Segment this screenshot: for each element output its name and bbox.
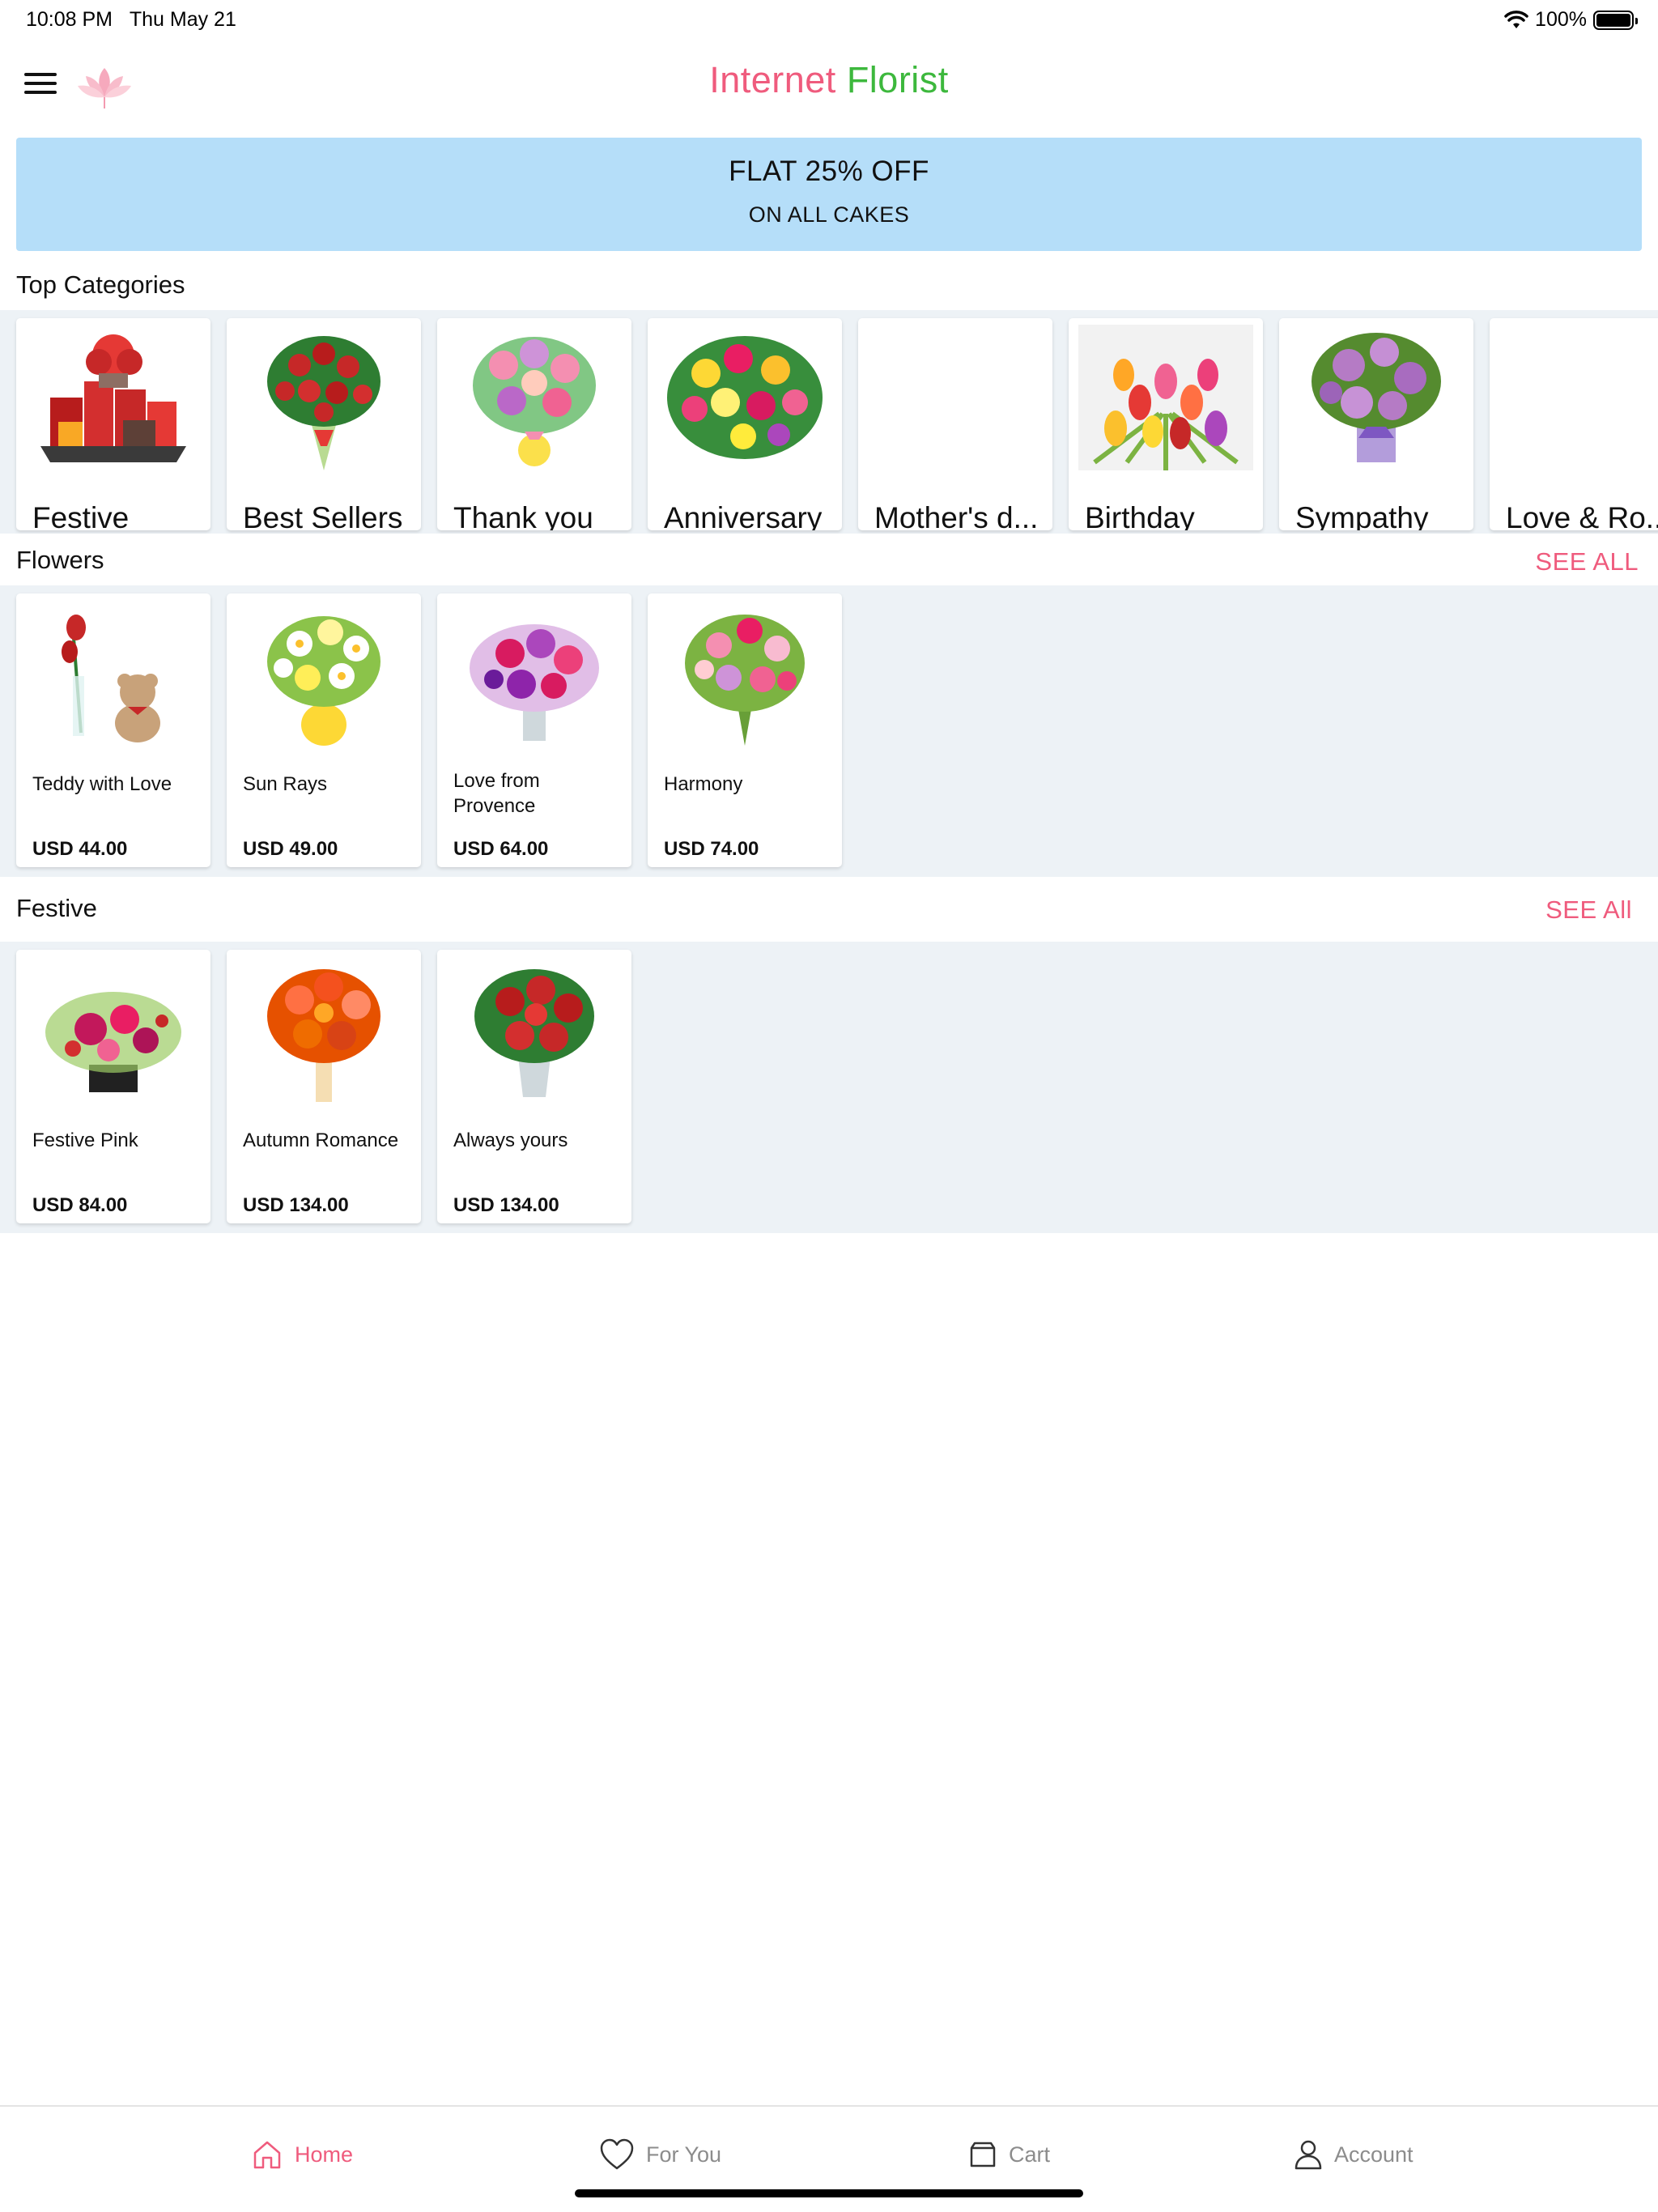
festive-strip: Festive Pink USD 84.00 Autumn Romance US… xyxy=(0,942,1658,1233)
lily-vase-image xyxy=(473,337,596,466)
category-card-sympathy[interactable]: Sympathy xyxy=(1279,318,1473,530)
category-strip[interactable]: Festive Best Sellers Thank you Anniversa… xyxy=(0,310,1658,534)
mixed-bouquet-image xyxy=(667,336,823,459)
tab-account[interactable]: Account xyxy=(1294,2134,1414,2175)
product-name: Love from Provence xyxy=(453,770,540,817)
category-label: Thank you xyxy=(453,503,593,530)
product-price: USD 74.00 xyxy=(664,838,759,860)
product-price: USD 134.00 xyxy=(453,1194,559,1216)
tab-label: Account xyxy=(1334,2142,1414,2167)
app-header: Internet Florist xyxy=(0,39,1658,136)
tab-for-you[interactable]: For You xyxy=(599,2134,721,2175)
product-price: USD 49.00 xyxy=(243,838,338,860)
product-card-love-from-provence[interactable]: Love from Provence USD 64.00 xyxy=(437,593,631,867)
banner-subtitle: ON ALL CAKES xyxy=(748,202,910,227)
status-time: 10:08 PM Thu May 21 xyxy=(26,8,236,32)
gift-basket-image xyxy=(40,334,186,462)
lavender-roses-image xyxy=(1312,333,1441,462)
product-price: USD 84.00 xyxy=(32,1194,128,1216)
product-card-autumn-romance[interactable]: Autumn Romance USD 134.00 xyxy=(227,950,421,1223)
battery-percent: 100% xyxy=(1535,8,1587,31)
top-categories-heading: Top Categories xyxy=(16,270,185,299)
category-card-best-sellers[interactable]: Best Sellers xyxy=(227,318,421,530)
always-yours-image xyxy=(474,969,594,1097)
category-label: Love & Ro... xyxy=(1506,503,1658,530)
flowers-heading: Flowers xyxy=(16,546,104,574)
flowers-strip: Teddy with Love USD 44.00 Sun Rays USD 4… xyxy=(0,585,1658,877)
sun-rays-bouquet-image xyxy=(267,616,380,746)
product-card-sun-rays[interactable]: Sun Rays USD 49.00 xyxy=(227,593,421,867)
app-title-florist: Florist xyxy=(846,59,949,100)
tab-cart[interactable]: Cart xyxy=(968,2134,1050,2175)
festive-see-all-link[interactable]: SEE All xyxy=(1545,895,1632,925)
promo-banner[interactable]: FLAT 25% OFF ON ALL CAKES xyxy=(16,138,1642,251)
red-rose-bouquet-image xyxy=(267,336,380,470)
category-label: Birthday xyxy=(1085,503,1195,530)
product-card-harmony[interactable]: Harmony USD 74.00 xyxy=(648,593,842,867)
category-card-birthday[interactable]: Birthday xyxy=(1069,318,1263,530)
heart-icon xyxy=(600,2138,634,2170)
cart-icon xyxy=(970,2142,996,2167)
product-price: USD 134.00 xyxy=(243,1194,349,1216)
product-name: Teddy with Love xyxy=(32,773,172,795)
tab-label: Cart xyxy=(1009,2142,1051,2167)
product-card-festive-pink[interactable]: Festive Pink USD 84.00 xyxy=(16,950,210,1223)
autumn-romance-image xyxy=(267,969,380,1102)
harmony-bouquet-image xyxy=(685,615,805,746)
battery-level xyxy=(1596,13,1630,27)
app-title: Internet Florist xyxy=(0,59,1658,101)
category-label: Best Sellers xyxy=(243,503,403,530)
tulips-image xyxy=(1078,325,1253,470)
status-indicators: 100% xyxy=(1504,8,1638,32)
battery-icon xyxy=(1593,10,1638,30)
product-name: Always yours xyxy=(453,1129,568,1151)
product-name: Festive Pink xyxy=(32,1129,138,1151)
category-label: Anniversary xyxy=(664,503,823,530)
category-label: Festive xyxy=(32,503,130,530)
product-card-always-yours[interactable]: Always yours USD 134.00 xyxy=(437,950,631,1223)
product-name: Autumn Romance xyxy=(243,1129,399,1151)
product-price: USD 64.00 xyxy=(453,838,549,860)
status-bar: 10:08 PM Thu May 21 100% xyxy=(0,0,1658,39)
festive-heading: Festive xyxy=(16,894,97,922)
home-icon xyxy=(253,2141,281,2169)
category-card-anniversary[interactable]: Anniversary xyxy=(648,318,842,530)
product-name: Sun Rays xyxy=(243,773,328,795)
banner-title: FLAT 25% OFF xyxy=(729,155,929,187)
status-clock: 10:08 PM xyxy=(26,8,113,31)
status-date: Thu May 21 xyxy=(129,8,236,31)
flowers-see-all-link[interactable]: SEE ALL xyxy=(1535,547,1639,576)
category-card-thank-you[interactable]: Thank you xyxy=(437,318,631,530)
category-label: Mother's d... xyxy=(874,503,1039,530)
category-card-mothers-day[interactable]: Mother's d... xyxy=(858,318,1052,530)
teddy-bear-rose-image xyxy=(62,615,160,742)
user-icon xyxy=(1295,2140,1322,2170)
festive-pink-image xyxy=(45,992,181,1092)
tab-label: Home xyxy=(295,2142,354,2167)
category-card-love-romance[interactable]: Love & Ro... xyxy=(1490,318,1658,530)
category-label: Sympathy xyxy=(1295,503,1429,530)
product-price: USD 44.00 xyxy=(32,838,128,860)
tab-label: For You xyxy=(646,2142,722,2167)
tab-home[interactable]: Home xyxy=(251,2134,353,2175)
product-card-teddy-with-love[interactable]: Teddy with Love USD 44.00 xyxy=(16,593,210,867)
app-title-internet: Internet xyxy=(709,59,836,100)
wifi-icon xyxy=(1504,10,1528,28)
product-name: Harmony xyxy=(664,773,743,795)
provence-bouquet-image xyxy=(470,624,599,741)
category-card-festive[interactable]: Festive xyxy=(16,318,210,530)
home-indicator[interactable] xyxy=(575,2189,1083,2197)
